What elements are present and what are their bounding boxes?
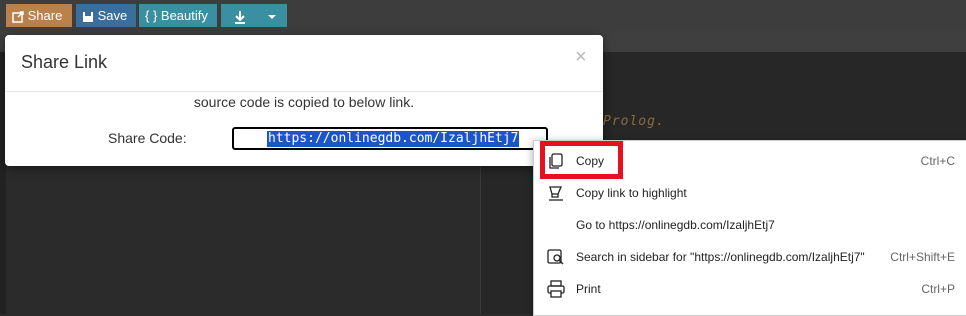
share-code-label: Share Code: (108, 130, 187, 146)
save-button[interactable]: Save (76, 4, 136, 27)
menu-item-shortcut: Ctrl+Shift+E (890, 250, 955, 264)
editor-toolbar: Share Save { } Beautify (0, 0, 966, 31)
beautify-button-label: { } Beautify (145, 8, 208, 23)
menu-item-label: Print (576, 282, 601, 296)
copy-link-highlight-icon (549, 186, 563, 201)
menu-item-print[interactable]: Print Ctrl+P (534, 273, 966, 305)
save-icon (83, 11, 93, 22)
share-icon (12, 10, 24, 23)
download-button[interactable] (221, 4, 287, 27)
share-button[interactable]: Share (6, 4, 72, 27)
menu-item-label: Search in sidebar for "https://onlinegdb… (576, 250, 865, 264)
search-sidebar-icon (547, 249, 564, 265)
share-code-value: https://onlinegdb.com/IzaljhEtj7 (267, 131, 520, 147)
modal-title: Share Link (21, 52, 108, 72)
print-icon (547, 280, 565, 298)
code-comment: Prolog. (603, 114, 665, 129)
menu-item-copy-link-highlight[interactable]: Copy link to highlight (534, 177, 966, 209)
save-button-label: Save (97, 8, 128, 23)
menu-item-shortcut: Ctrl+P (921, 282, 955, 296)
modal-message: source code is copied to below link. (193, 94, 415, 110)
menu-item-go-to[interactable]: Go to https://onlinegdb.com/IzaljhEtj7 (534, 209, 966, 241)
share-code-field[interactable]: https://onlinegdb.com/IzaljhEtj7 (232, 127, 548, 150)
share-button-label: Share (27, 8, 63, 23)
context-menu: Copy Ctrl+C Copy link to highlight Go to… (533, 140, 966, 316)
modal-divider (5, 91, 603, 92)
menu-item-label: Copy link to highlight (576, 186, 687, 200)
menu-item-search-sidebar[interactable]: Search in sidebar for "https://onlinegdb… (534, 241, 966, 273)
beautify-button[interactable]: { } Beautify (139, 4, 217, 27)
download-icon (235, 10, 245, 24)
chevron-down-icon[interactable] (267, 12, 277, 22)
close-icon[interactable]: × (575, 47, 587, 67)
share-link-modal: Share Link × source code is copied to be… (5, 35, 603, 166)
menu-item-label: Go to https://onlinegdb.com/IzaljhEtj7 (576, 218, 775, 232)
copy-highlight-box (540, 141, 623, 179)
menu-item-shortcut: Ctrl+C (920, 154, 955, 168)
